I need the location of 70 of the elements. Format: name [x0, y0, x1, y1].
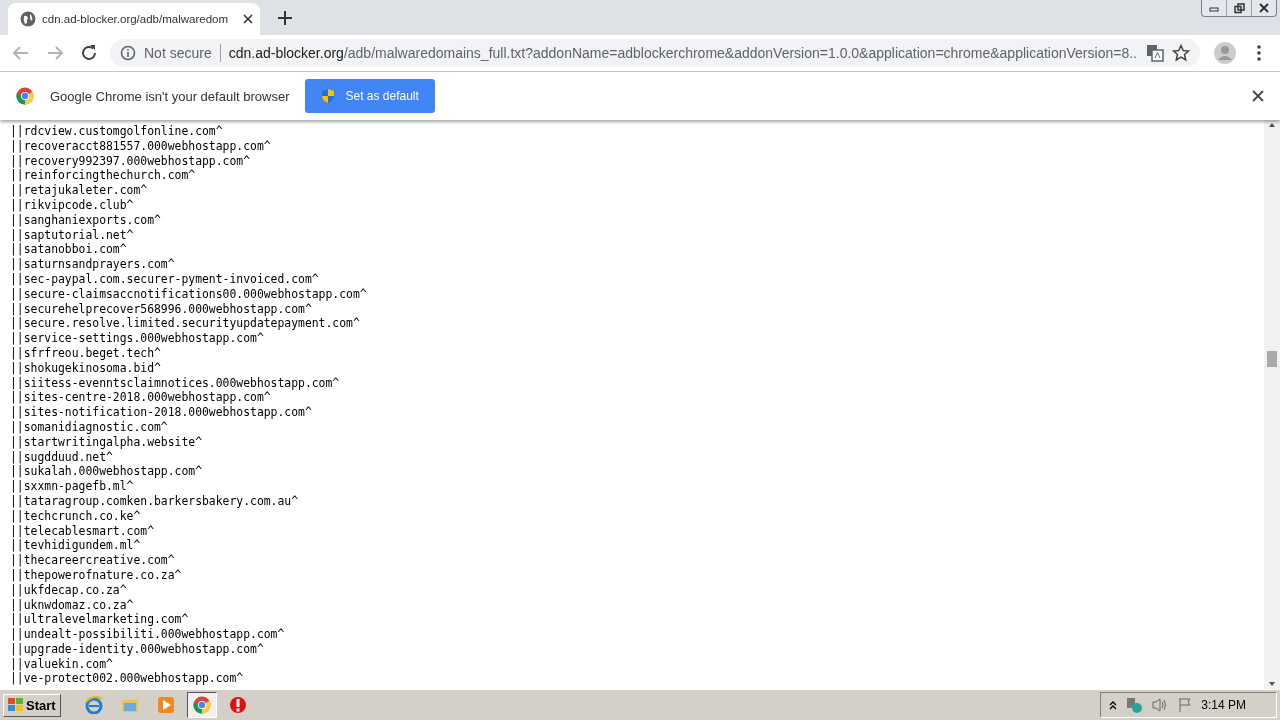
text-line: ||telecablesmart.com^ [10, 523, 155, 539]
text-line: ||upgrade-identity.000webhostapp.com^ [10, 641, 265, 657]
text-line: ||sanghaniexports.com^ [10, 212, 162, 228]
text-line: ||tevhidigundem.ml^ [10, 538, 142, 554]
start-button[interactable]: Start [3, 693, 61, 717]
text-line: ||ultralevelmarketing.com^ [10, 612, 190, 628]
restore-icon[interactable] [1233, 2, 1245, 14]
folder-icon [120, 697, 139, 713]
chevron-icon[interactable] [1109, 700, 1118, 710]
text-line: ||retajukaleter.com^ [10, 183, 149, 198]
text-line: ||saturnsandprayers.com^ [10, 257, 176, 272]
text-line: ||uknwdomaz.co.za^ [10, 597, 135, 613]
clock[interactable]: 3:14 PM [1201, 698, 1246, 712]
scrollbar[interactable] [1264, 120, 1280, 689]
text-line: ||secure-claimsaccnotifications00.000webhostapp.com^ [10, 286, 368, 302]
text-line: ||recovery992397.000webhostapp.com^ [10, 153, 252, 169]
windows-logo-icon [8, 698, 24, 712]
text-line: ||reinforcingthechurch.com^ [10, 168, 197, 184]
flag-icon[interactable] [1177, 697, 1194, 713]
taskbar-app[interactable] [186, 692, 217, 718]
close-icon[interactable] [242, 13, 254, 25]
scroll-thumb[interactable] [1267, 351, 1277, 367]
chrome-logo-icon [192, 696, 211, 714]
text-line: ||somanidiagnostic.com^ [10, 419, 169, 435]
text-line: ||sec-paypal.com.securer-pyment-invoiced.com^ [10, 271, 320, 287]
text-line: ||recoveracct881557.000webhostapp.com^ [10, 138, 272, 154]
text-line: ||secure.resolve.limited.securityupdatepayment.com^ [10, 316, 361, 332]
set-default-button[interactable]: Set as default [305, 79, 435, 113]
text-line: ||ukfdecap.co.za^ [10, 582, 128, 598]
info-icon[interactable] [120, 45, 136, 61]
text-line: ||sugdduud.net^ [10, 449, 114, 465]
infobar-message: Google Chrome isn't your default browser [50, 88, 290, 104]
text-line: ||saptutorial.net^ [10, 227, 135, 243]
text-line: ||techcrunch.co.ke^ [10, 508, 142, 524]
text-line: ||ve-protect002.000webhostapp.com^ [10, 671, 245, 687]
text-line: ||service-settings.000webhostapp.com^ [10, 331, 265, 346]
text-line: ||thepowerofnature.co.za^ [10, 567, 183, 583]
text-line: ||sukalah.000webhostapp.com^ [10, 464, 204, 480]
text-line: ||sfrfreou.beget.tech^ [10, 345, 162, 361]
chrome-logo-icon [16, 87, 34, 105]
text-line: ||rikvipcode.club^ [10, 198, 135, 213]
star-icon[interactable] [1172, 44, 1190, 62]
close-icon[interactable] [1259, 3, 1269, 13]
url-text: cdn.ad-blocker.org/adb/malwaredomains_full.txt?addonName=adblockerchrome&addonVersion=1.0.0&application=chrome&applicationVersion=8... [228, 45, 1138, 61]
browser-tab[interactable]: cdn.ad-blocker.org/adb/malwaredom [8, 3, 260, 35]
text-line: ||valuekin.com^ [10, 656, 114, 672]
address-bar[interactable]: Not secure cdn.ad-blocker.org/adb/malwaredomains_full.txt?addonName=adblockerchrome&addonVersion=1.0.0&application=chrome&applicationVersion=8... [110, 39, 1200, 67]
close-icon[interactable] [1252, 90, 1264, 102]
play-icon [156, 696, 175, 714]
text-line: ||sites-notification-2018.000webhostapp.com^ [10, 405, 313, 420]
security-label: Not secure [144, 45, 212, 61]
text-line: ||startwritingalpha.website^ [10, 434, 204, 450]
avatar-icon[interactable] [1212, 40, 1238, 66]
text-line: ||shokugekinosoma.bid^ [10, 360, 162, 376]
text-line: ||thecareercreative.com^ [10, 553, 176, 568]
text-line: ||sxxmn-pagefb.ml^ [10, 479, 135, 494]
text-line: ||securehelprecover568996.000webhostapp.com^ [10, 301, 313, 317]
translate-icon[interactable] [1146, 44, 1164, 62]
network-icon[interactable] [1125, 697, 1144, 713]
shield-icon [321, 88, 336, 104]
text-line: ||siitess-evenntsclaimnotices.000webhostapp.com^ [10, 375, 341, 391]
text-line: ||undealt-possibiliti.000webhostapp.com^ [10, 627, 286, 642]
text-line: ||sites-centre-2018.000webhostapp.com^ [10, 390, 272, 406]
stop-icon [228, 696, 247, 714]
text-line: ||tataragroup.comken.barkersbakery.com.au^ [10, 493, 300, 509]
text-line: ||satanobboi.com^ [10, 242, 128, 258]
text-line: ||rdcview.customgolfonline.com^ [10, 124, 224, 139]
globe-icon [20, 11, 36, 27]
minimize-icon[interactable] [1209, 4, 1219, 12]
globe-e-icon [84, 696, 103, 714]
